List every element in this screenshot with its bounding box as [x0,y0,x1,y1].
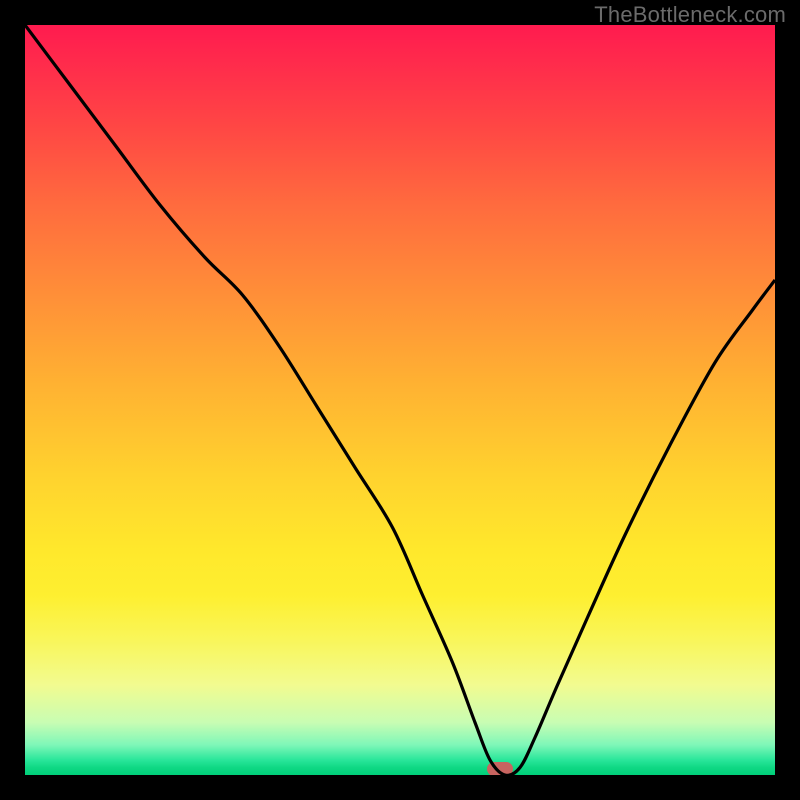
chart-frame: TheBottleneck.com [0,0,800,800]
bottleneck-curve [25,25,775,775]
watermark-text: TheBottleneck.com [594,2,786,28]
plot-area [25,25,775,775]
bottleneck-curve-path [25,25,775,775]
